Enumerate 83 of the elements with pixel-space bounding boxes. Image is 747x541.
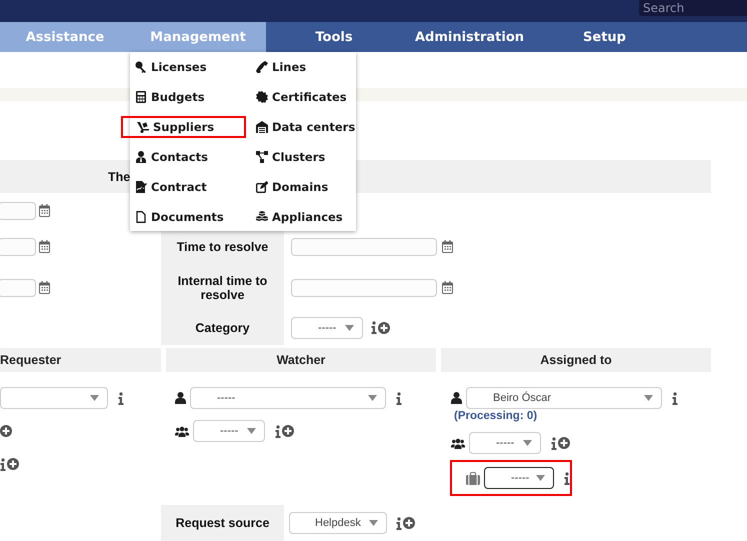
cubes-icon [256,211,268,223]
menu-item[interactable]: Budgets [130,82,248,112]
date-field[interactable] [291,238,437,256]
column-header: Requester [0,348,161,372]
info-icon[interactable] [0,458,6,470]
add-icon[interactable] [378,322,390,334]
user-icon [175,392,186,404]
network-icon [256,151,268,163]
contact-icon [135,151,147,163]
date-field[interactable] [0,238,36,256]
add-icon[interactable] [7,458,19,470]
caret-icon [536,475,545,481]
info-icon[interactable] [118,392,124,404]
select-field[interactable]: ----- [193,420,265,442]
nav-tab[interactable]: Administration [402,22,537,52]
calendar-icon[interactable] [442,281,453,294]
caret-icon [90,395,99,401]
select-field[interactable]: ----- [469,432,541,454]
info-icon[interactable] [551,436,557,450]
menu-item[interactable]: Licenses [130,52,248,82]
info-icon[interactable] [275,424,281,438]
menu-item[interactable]: Lines [248,52,356,82]
menu-item[interactable]: Data centers [248,112,356,142]
phone-icon [256,61,268,73]
date-field[interactable] [0,278,36,296]
info-icon[interactable] [396,392,402,404]
search-field[interactable]: Search [639,0,747,16]
calendar-icon[interactable] [39,281,50,294]
calculator-icon [135,91,147,103]
warehouse-icon [256,121,268,133]
calendar-icon[interactable] [39,204,50,217]
field-label: Time to resolve [176,240,270,254]
file-icon [135,211,147,223]
select-field[interactable]: ----- [484,467,554,489]
calendar-icon[interactable] [39,240,50,253]
info-icon[interactable] [672,392,678,404]
menu-item[interactable]: Certificates [248,82,356,112]
select-field[interactable]: ----- [291,316,363,338]
nav-tab[interactable]: Setup [537,22,672,52]
date-field[interactable] [291,278,437,296]
group-icon [451,438,465,448]
nav-tab[interactable]: Tools [266,22,402,52]
caret-icon [523,440,532,446]
add-icon[interactable] [558,437,570,449]
edit-icon [256,181,268,193]
select-field[interactable]: Helpdesk [289,512,387,534]
info-icon[interactable] [371,321,377,334]
caret-icon [369,520,378,526]
field-label: Internal time to resolve [176,274,268,302]
menu-item[interactable]: Domains [248,172,356,202]
menu-item[interactable]: Clusters [248,142,356,172]
select-field[interactable]: ----- [190,387,386,409]
field-label: Category [194,320,251,334]
column-header: Assigned to [441,348,711,372]
info-icon[interactable] [564,472,570,484]
key-icon [135,61,147,73]
menu-item[interactable]: Appliances [248,202,356,232]
add-icon[interactable] [403,517,415,529]
menu-item[interactable]: Contacts [130,142,248,172]
caret-icon [644,395,653,401]
select-field[interactable]: Beiro Óscar [466,387,662,409]
group-icon [175,426,189,436]
signed-file-icon [135,181,147,193]
select-field[interactable] [0,387,108,409]
column-header: Watcher [166,348,436,372]
info-icon[interactable] [396,516,402,530]
calendar-icon[interactable] [442,240,453,253]
add-icon[interactable] [0,425,12,437]
user-icon [451,392,462,404]
add-icon[interactable] [282,425,294,437]
caret-icon [368,395,377,401]
dolly-icon [137,121,149,133]
caret-icon [345,324,354,330]
field-label: Request source [161,505,284,541]
date-field[interactable] [0,202,36,220]
caret-icon [247,428,256,434]
seal-icon [256,91,268,103]
processing-link[interactable]: (Processing: 0) [454,410,711,422]
menu-item[interactable]: Documents [130,202,248,232]
menu-item[interactable]: Suppliers [123,118,244,136]
briefcase-icon [466,472,480,484]
menu-item[interactable]: Contract [130,172,248,202]
entity-message: The [108,170,130,184]
